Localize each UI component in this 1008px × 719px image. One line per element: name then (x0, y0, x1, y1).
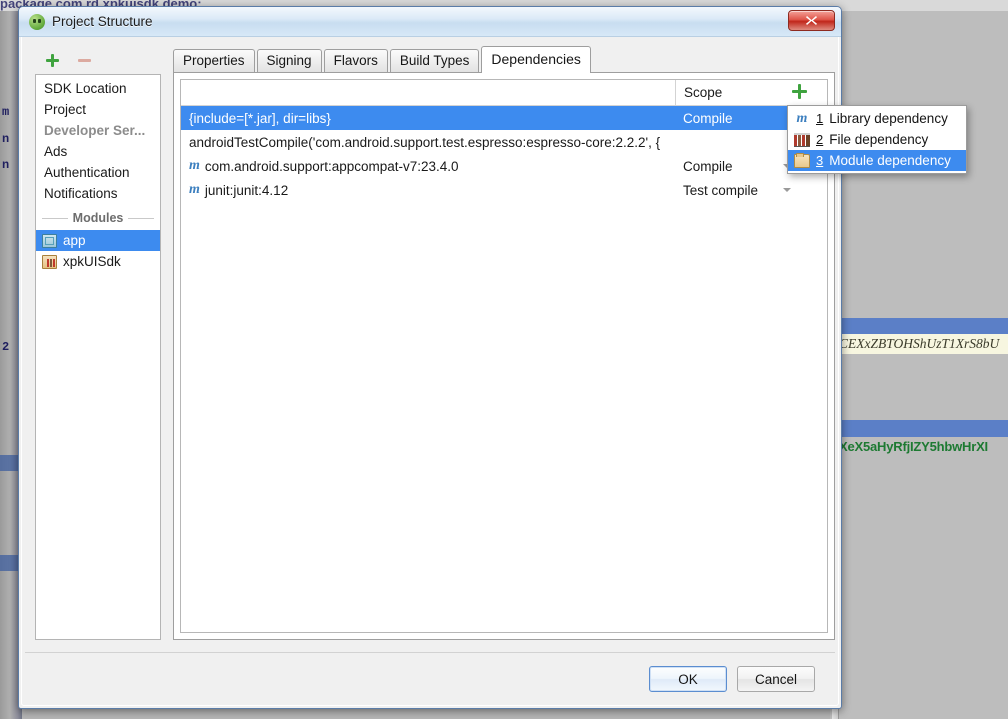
tab-dependencies[interactable]: Dependencies (481, 46, 591, 73)
menu-item-library-dependency[interactable]: m 1 Library dependency (788, 108, 966, 129)
project-structure-dialog: Project Structure SDK Location Project D… (18, 6, 842, 709)
ok-button[interactable]: OK (649, 666, 727, 692)
background-highlighted-code-row: CEXxZBTOHShUzT1XrS8bU (839, 334, 1008, 354)
tab-bar: Properties Signing Flavors Build Types D… (169, 46, 835, 73)
table-row[interactable]: m com.android.support:appcompat-v7:23.4.… (181, 154, 827, 178)
dependency-name-cell: m com.android.support:appcompat-v7:23.4.… (181, 158, 675, 174)
tab-flavors[interactable]: Flavors (323, 49, 388, 72)
maven-m-icon: m (189, 158, 200, 173)
background-code-fragment: n (2, 158, 10, 172)
add-module-icon[interactable] (45, 53, 60, 68)
tab-properties[interactable]: Properties (173, 49, 255, 72)
table-row[interactable]: androidTestCompile('com.android.support.… (181, 130, 827, 154)
module-editor-area: Properties Signing Flavors Build Types D… (169, 46, 835, 640)
dependency-name: junit:junit:4.12 (204, 182, 289, 198)
sidebar-item-notifications[interactable]: Notifications (36, 183, 160, 204)
background-selection-band (839, 318, 1008, 335)
dependency-name: com.android.support:appcompat-v7:23.4.0 (204, 158, 459, 174)
dependency-name-cell: m junit:junit:4.12 (181, 182, 675, 198)
menu-item-file-dependency[interactable]: 2 File dependency (788, 129, 966, 150)
scope-value: Compile (683, 158, 733, 174)
add-dependency-button[interactable] (790, 82, 810, 102)
maven-m-icon: m (189, 182, 200, 197)
sidebar-item-project[interactable]: Project (36, 99, 160, 120)
sidebar-item-authentication[interactable]: Authentication (36, 162, 160, 183)
menu-item-shortcut: 1 (816, 111, 824, 126)
library-module-icon (42, 254, 57, 269)
footer-separator (25, 652, 835, 653)
close-icon[interactable] (788, 10, 835, 31)
background-code-fragment: 2 (2, 340, 10, 354)
cancel-button[interactable]: Cancel (737, 666, 815, 692)
menu-item-shortcut: 2 (816, 132, 824, 147)
module-icon (42, 233, 57, 248)
sidebar-item-app[interactable]: app (36, 230, 160, 251)
sidebar-item-ads[interactable]: Ads (36, 141, 160, 162)
dependency-scope[interactable]: Compile (675, 159, 799, 174)
sidebar-item-developer-services: Developer Ser... (44, 123, 146, 138)
background-green-code-row: XeX5aHyRfjIZY5hbwHrXI (839, 436, 1008, 456)
table-row[interactable]: {include=[*.jar], dir=libs} Compile (181, 106, 827, 130)
menu-item-shortcut: 3 (816, 153, 824, 168)
remove-module-icon (77, 53, 92, 68)
dialog-body: SDK Location Project Developer Ser... Ad… (23, 38, 837, 648)
background-selection-band (839, 420, 1008, 437)
sidebar-module-label: xpkUISdk (63, 254, 121, 269)
maven-m-icon: m (796, 110, 808, 126)
tab-build-types[interactable]: Build Types (389, 49, 480, 72)
dialog-footer: OK Cancel (23, 652, 837, 702)
menu-item-label: File dependency (829, 132, 929, 147)
table-empty-area (181, 202, 827, 632)
dependency-name: {include=[*.jar], dir=libs} (189, 110, 331, 126)
scope-value: Compile (683, 110, 733, 126)
background-code-fragment: m (2, 105, 10, 119)
background-green-code-text: XeX5aHyRfjIZY5hbwHrXI (839, 438, 988, 454)
add-dependency-menu: m 1 Library dependency 2 File dependency… (787, 105, 967, 174)
menu-item-label: Module dependency (829, 153, 951, 168)
sidebar-group-label: Modules (72, 211, 124, 225)
chevron-down-icon[interactable] (783, 188, 791, 192)
background-code-fragment: n (2, 132, 10, 146)
separator-line-left (42, 217, 68, 219)
table-row[interactable]: m junit:junit:4.12 Test compile (181, 178, 827, 202)
dependencies-table: Scope {include=[*.jar], dir=libs} Compil… (180, 79, 828, 633)
sidebar-modules-separator: Modules (42, 207, 155, 229)
tab-signing[interactable]: Signing (256, 49, 322, 72)
scope-value: Test compile (683, 182, 759, 198)
books-icon (794, 132, 810, 147)
sidebar: SDK Location Project Developer Ser... Ad… (35, 46, 161, 640)
close-x-glyph (806, 16, 817, 25)
dependency-name: androidTestCompile('com.android.support.… (189, 134, 661, 150)
sidebar-toolbar (35, 46, 161, 74)
column-header-scope: Scope (675, 80, 799, 105)
menu-item-label: Library dependency (829, 111, 948, 126)
menu-item-module-dependency[interactable]: 3 Module dependency (788, 150, 966, 171)
separator-line-right (128, 217, 155, 219)
sidebar-item-sdk-location[interactable]: SDK Location (36, 78, 160, 99)
dependencies-panel: Scope {include=[*.jar], dir=libs} Compil… (173, 72, 835, 640)
background-highlighted-code-text: CEXxZBTOHShUzT1XrS8bU (839, 336, 1000, 351)
column-header-name (181, 80, 675, 105)
dialog-titlebar[interactable]: Project Structure (19, 7, 841, 37)
table-header-row: Scope (181, 80, 827, 106)
folder-icon (794, 152, 810, 168)
sidebar-item-xpkuisdk[interactable]: xpkUISdk (36, 251, 160, 272)
sidebar-module-label: app (63, 233, 86, 248)
dependency-scope[interactable]: Compile (675, 111, 799, 126)
sidebar-list: SDK Location Project Developer Ser... Ad… (35, 74, 161, 640)
dependency-scope[interactable]: Test compile (675, 183, 799, 198)
dialog-title: Project Structure (52, 14, 153, 29)
android-studio-icon (29, 13, 45, 30)
